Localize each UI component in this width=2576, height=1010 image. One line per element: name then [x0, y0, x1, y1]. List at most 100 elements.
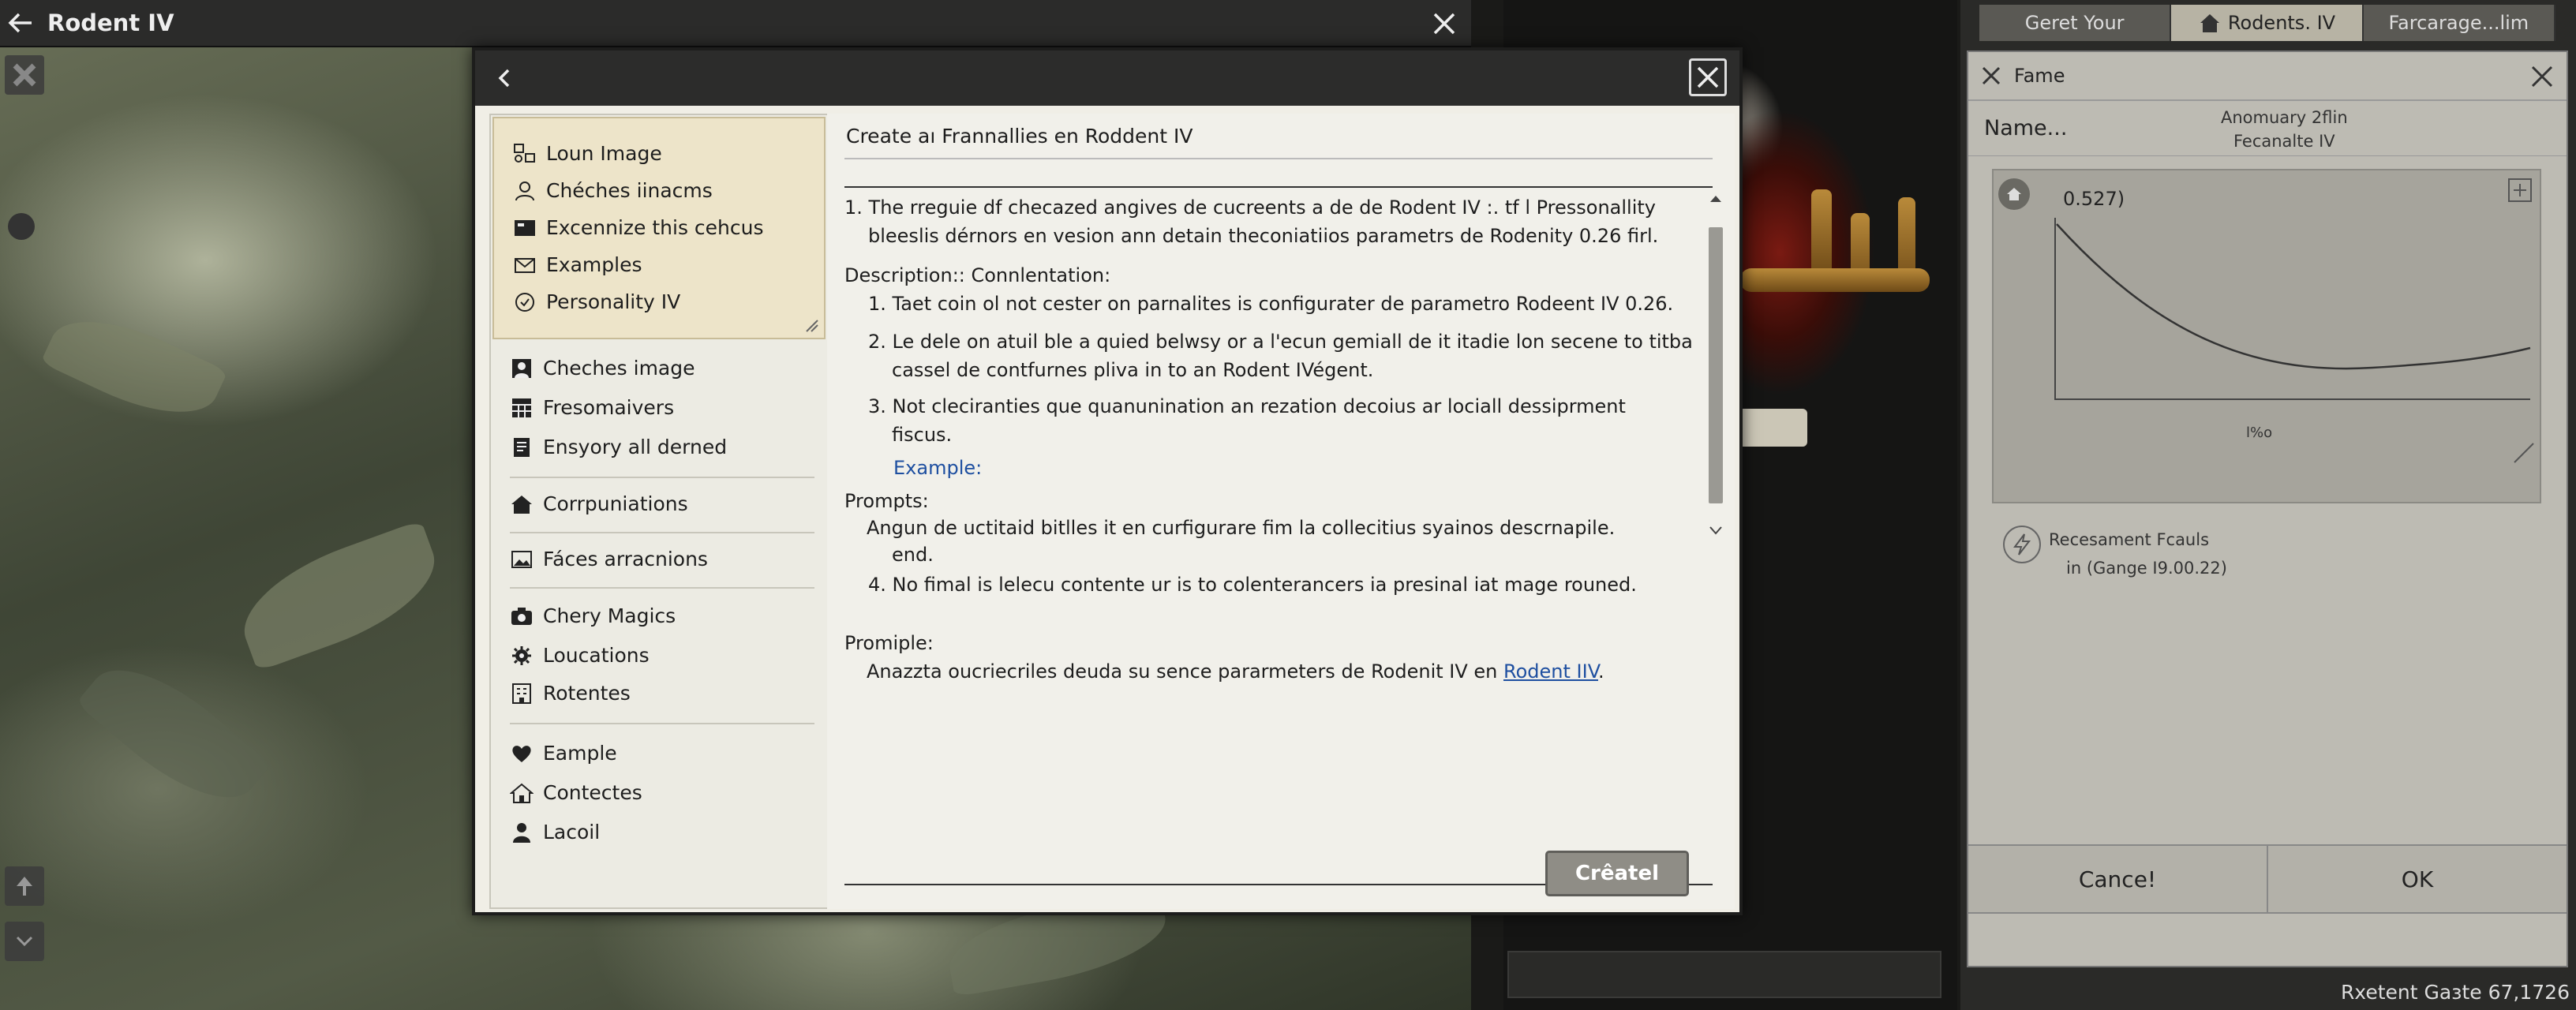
sidebar-item-label: Examples — [546, 253, 642, 276]
list-item: 2. Le dele on atuil ble a quied belwsy o… — [868, 331, 1693, 353]
sidebar-item-loucations[interactable]: Loucations — [510, 644, 650, 667]
list-item: 4. No fimal is lelecu contente ur is to … — [868, 574, 1637, 596]
sidebar-item-lacoil[interactable]: Lacoil — [510, 821, 600, 844]
back-arrow-icon[interactable] — [5, 7, 36, 39]
sidebar-divider — [510, 723, 814, 724]
home-icon — [2200, 14, 2219, 32]
sidebar-item-fresomaivers[interactable]: Fresomaivers — [510, 396, 674, 419]
anomaly-info: Anomuary 2flin Fecanalte IV — [2221, 106, 2348, 153]
sidebar-item-loun-image[interactable]: Loun Image — [513, 142, 662, 165]
sidebar-item-rotentes[interactable]: Rotentes — [510, 682, 631, 705]
picture-icon — [511, 550, 532, 568]
doc-icon — [514, 437, 530, 457]
create-modal: Loun Image Chéches iinacms Excennize thi… — [472, 47, 1743, 915]
tab-rodents[interactable]: Rodents. IV — [2171, 5, 2364, 41]
lightning-icon — [2003, 526, 2041, 563]
rec-line: Recesament Fcauls — [2049, 530, 2210, 549]
paragraph-line: 1. The rreguie df checazed angives de cu… — [844, 196, 1657, 219]
name-row: Name... Anomuary 2flin Fecanalte IV — [1968, 101, 2567, 156]
scroll-down-icon[interactable] — [1706, 521, 1725, 540]
prompt-line: end. — [892, 544, 934, 566]
sidebar-item-eample[interactable]: Eample — [510, 742, 617, 765]
sidebar-item-faces[interactable]: Fáces arracnions — [510, 548, 708, 570]
sidebar-item-label: Loun Image — [546, 142, 662, 165]
sidebar-item-contectes[interactable]: Contectes — [510, 781, 642, 804]
sidebar-item-label: Personality IV — [546, 290, 681, 313]
prompt-line: Angun de uctitaid bitlles it en curfigur… — [867, 517, 1616, 539]
sidebar-item-corrpuniations[interactable]: Corrpuniations — [510, 492, 688, 515]
home-icon — [511, 495, 532, 514]
paragraph-line: bleeslis dérnors en vesion ann detain th… — [868, 225, 1659, 247]
chevron-down-icon[interactable] — [5, 922, 44, 961]
sidebar-item-label: Cheches image — [543, 357, 695, 380]
curve-plot — [2054, 218, 2534, 463]
close-icon[interactable] — [1689, 58, 1727, 96]
camera-icon — [511, 607, 532, 625]
sidebar-item-label: Eample — [543, 742, 617, 765]
modal-content: Create aı Frannallies en Roddent IV 1. T… — [827, 114, 1735, 909]
title-underline — [844, 158, 1713, 159]
portrait-icon — [512, 358, 531, 378]
content-title: Create aı Frannallies en Roddent IV — [846, 125, 1193, 148]
house-icon — [510, 783, 534, 803]
promiple-end: . — [1598, 660, 1604, 683]
description-text-area[interactable]: 1. The rreguie df checazed angives de cu… — [844, 196, 1693, 683]
user-icon — [515, 181, 534, 200]
mail-icon — [515, 257, 535, 273]
sidebar-item-cheches[interactable]: Chéches iinacms — [513, 179, 713, 202]
example-heading: Example: — [893, 457, 983, 479]
chevron-left-icon[interactable] — [489, 62, 521, 94]
sidebar-item-examples[interactable]: Examples — [513, 253, 642, 276]
list-item: 3. Not cleciranties que quanunination an… — [868, 395, 1626, 417]
sidebar-item-chery-magics[interactable]: Chery Magics — [510, 604, 676, 627]
right-panel: Geret Your Rodents. IV Farcarage...lim F… — [1960, 0, 2576, 1010]
resize-grip-icon[interactable] — [805, 319, 819, 333]
sidebar-item-label: Fresomaivers — [543, 396, 675, 419]
scroll-thumb[interactable] — [1709, 227, 1723, 503]
close-icon[interactable] — [2529, 63, 2555, 90]
prompts-heading: Prompts: — [844, 490, 929, 512]
tab-farcarage[interactable]: Farcarage...lim — [2363, 5, 2555, 41]
tab-label: Rodents. IV — [2227, 12, 2336, 34]
rodent-link[interactable]: Rodent IIV — [1503, 660, 1598, 683]
tool-dot-icon[interactable] — [8, 213, 35, 240]
sidebar-item-ensyory[interactable]: Ensyory all derned — [510, 436, 727, 458]
graph-x-label: l%o — [2246, 425, 2273, 441]
sidebar-divider — [510, 477, 814, 478]
status-text: Rxetent Gaзte 67,1726 — [2340, 981, 2570, 1004]
sidebar-divider — [510, 532, 814, 533]
tab-geret-your[interactable]: Geret Your — [1979, 5, 2172, 41]
create-button[interactable]: Crêatel — [1545, 851, 1689, 896]
tab-label: Geret Your — [2024, 12, 2125, 34]
building-icon — [512, 683, 531, 704]
list-item-cont: cassel de contfurnes pliva in to an Rode… — [892, 359, 1374, 381]
sidebar-item-label: Chéches iinacms — [546, 179, 713, 202]
sidebar-item-excennize[interactable]: Excennize this cehcus — [513, 216, 764, 239]
image-grid-icon — [514, 143, 535, 163]
window-title: Rodent IV — [47, 9, 174, 36]
close-small-icon[interactable] — [1979, 64, 2003, 88]
ok-button[interactable]: OK — [2268, 846, 2567, 912]
dialog-title: Fame — [2014, 65, 2065, 87]
sidebar-top-group: Loun Image Chéches iinacms Excennize thi… — [492, 117, 826, 339]
foliage — [40, 297, 228, 436]
fame-dialog: Fame Name... Anomuary 2flin Fecanalte IV… — [1967, 50, 2568, 967]
sidebar-item-label: Loucations — [543, 644, 650, 667]
middle-bottom-bar — [1507, 951, 1941, 998]
list-item: 1. Taet coin ol not cester on parnalites… — [868, 293, 1674, 315]
sidebar-item-label: Corrpuniations — [543, 492, 688, 515]
content-divider — [844, 186, 1713, 188]
sidebar-item-label: Ensyory all derned — [543, 436, 728, 458]
cancel-button[interactable]: Cance! — [1968, 846, 2268, 912]
puzzle-tool-icon[interactable] — [5, 55, 44, 95]
name-field[interactable]: Name... — [1984, 116, 2067, 140]
description-heading: Description:: Connlentation: — [844, 264, 1111, 286]
sidebar-item-personality[interactable]: Personality IV — [513, 290, 680, 313]
close-icon[interactable] — [1428, 8, 1460, 39]
sidebar-item-cheches-image[interactable]: Cheches image — [510, 357, 695, 380]
scrollbar[interactable] — [1706, 189, 1725, 535]
anomaly-line: Fecanalte IV — [2233, 132, 2335, 151]
scroll-up-icon[interactable] — [1706, 189, 1725, 208]
dialog-buttons: Cance! OK — [1968, 844, 2567, 914]
pin-tool-icon[interactable] — [5, 866, 44, 906]
